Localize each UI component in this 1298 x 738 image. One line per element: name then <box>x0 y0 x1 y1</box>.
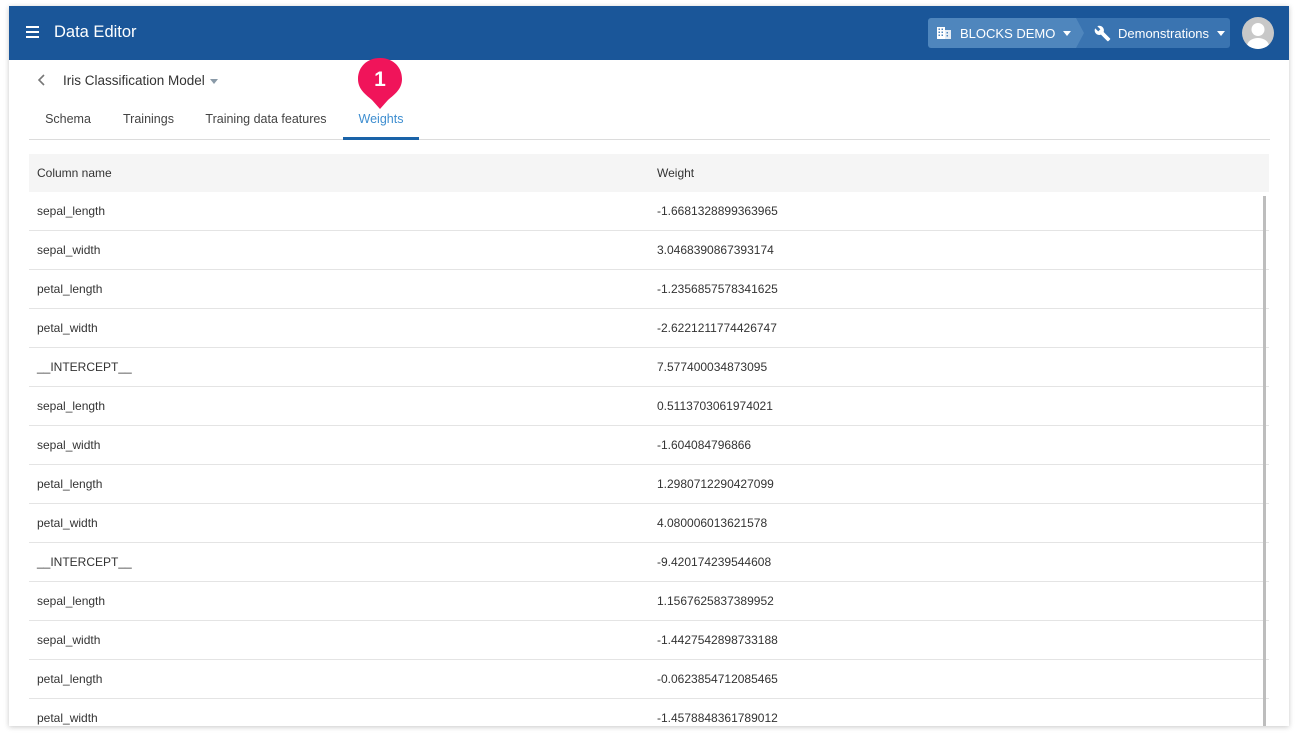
table-row[interactable]: sepal_width -1.4427542898733188 <box>29 621 1269 660</box>
cell-column-name: petal_length <box>37 477 103 491</box>
project-label: Demonstrations <box>1118 25 1210 41</box>
vertical-scrollbar[interactable] <box>1263 196 1266 726</box>
cell-column-name: sepal_width <box>37 243 101 257</box>
app-bar: Data Editor BLOCKS DEMO Demonstrations <box>9 6 1289 60</box>
table-body: sepal_length -1.6681328899363965 sepal_wid… <box>29 192 1269 726</box>
tab-bar: Schema Trainings Training data features … <box>29 102 1270 140</box>
cell-column-name: __INTERCEPT__ <box>37 360 132 374</box>
cell-column-name: petal_length <box>37 282 103 296</box>
table-row[interactable]: sepal_length 1.1567625837389952 <box>29 582 1269 621</box>
app-window: Data Editor BLOCKS DEMO Demonstrations I… <box>9 6 1289 726</box>
cell-column-name: sepal_width <box>37 438 101 452</box>
caret-down-icon <box>1063 30 1072 36</box>
caret-down-icon <box>209 79 218 84</box>
header-column-name: Column name <box>37 166 112 180</box>
cell-weight: -1.4427542898733188 <box>657 633 778 647</box>
user-avatar[interactable] <box>1242 17 1274 49</box>
cell-column-name: __INTERCEPT__ <box>37 555 132 569</box>
table-header: Column name Weight <box>29 154 1269 192</box>
cell-column-name: sepal_width <box>37 633 101 647</box>
table-row[interactable]: sepal_width -1.604084796866 <box>29 426 1269 465</box>
cell-weight: 7.577400034873095 <box>657 360 768 374</box>
table-row[interactable]: petal_width -2.6221211774426747 <box>29 309 1269 348</box>
cell-weight: 4.080006013621578 <box>657 516 768 530</box>
hamburger-menu-icon[interactable] <box>26 26 39 38</box>
step-marker-label: 1 <box>374 68 386 91</box>
back-chevron-icon[interactable] <box>36 72 48 88</box>
app-title: Data Editor <box>54 23 137 41</box>
step-marker: 1 <box>358 58 402 109</box>
caret-down-icon <box>1217 30 1226 36</box>
user-icon <box>1247 23 1269 49</box>
wrench-icon <box>1094 25 1111 41</box>
weights-table: Column name Weight sepal_length -1.668132… <box>29 154 1269 726</box>
cell-weight: -1.604084796866 <box>657 438 752 452</box>
cell-column-name: sepal_length <box>37 399 106 413</box>
cell-weight: 1.1567625837389952 <box>657 594 774 608</box>
table-row[interactable]: petal_width 4.080006013621578 <box>29 504 1269 543</box>
project-dropdown[interactable]: Demonstrations <box>1076 18 1230 48</box>
cell-column-name: sepal_length <box>37 204 106 218</box>
table-row[interactable]: sepal_length -1.6681328899363965 <box>29 192 1269 231</box>
model-name: Iris Classification Model <box>63 73 205 88</box>
table-row[interactable]: __INTERCEPT__ -9.420174239544608 <box>29 543 1269 582</box>
project-switcher: BLOCKS DEMO Demonstrations <box>928 18 1230 48</box>
cell-weight: -2.6221211774426747 <box>657 321 777 335</box>
model-selector[interactable]: Iris Classification Model <box>63 73 218 88</box>
table-row[interactable]: petal_width -1.4578848361789012 <box>29 699 1269 726</box>
cell-weight: -9.420174239544608 <box>657 555 772 569</box>
table-row[interactable]: __INTERCEPT__ 7.577400034873095 <box>29 348 1269 387</box>
tab-training-data-features[interactable]: Training data features <box>205 102 327 140</box>
cell-weight: 1.2980712290427099 <box>657 477 774 491</box>
header-weight: Weight <box>657 166 695 180</box>
table-row[interactable]: petal_length 1.2980712290427099 <box>29 465 1269 504</box>
table-row[interactable]: petal_length -0.0623854712085465 <box>29 660 1269 699</box>
cell-column-name: petal_width <box>37 321 98 335</box>
organization-label: BLOCKS DEMO <box>960 25 1056 41</box>
table-row[interactable]: sepal_length 0.5113703061974021 <box>29 387 1269 426</box>
cell-weight: -1.4578848361789012 <box>657 711 778 725</box>
cell-weight: -0.0623854712085465 <box>657 672 778 686</box>
cell-weight: -1.2356857578341625 <box>657 282 778 296</box>
building-icon <box>937 27 951 39</box>
table-row[interactable]: sepal_width 3.0468390867393174 <box>29 231 1269 270</box>
cell-weight: -1.6681328899363965 <box>657 204 778 218</box>
organization-dropdown[interactable]: BLOCKS DEMO <box>928 18 1084 48</box>
cell-weight: 3.0468390867393174 <box>657 243 774 257</box>
cell-weight: 0.5113703061974021 <box>657 399 773 413</box>
table-row[interactable]: petal_length -1.2356857578341625 <box>29 270 1269 309</box>
tab-trainings[interactable]: Trainings <box>122 102 175 140</box>
tab-schema[interactable]: Schema <box>45 102 91 140</box>
cell-column-name: petal_width <box>37 516 98 530</box>
cell-column-name: petal_length <box>37 672 103 686</box>
cell-column-name: petal_width <box>37 711 98 725</box>
cell-column-name: sepal_length <box>37 594 106 608</box>
